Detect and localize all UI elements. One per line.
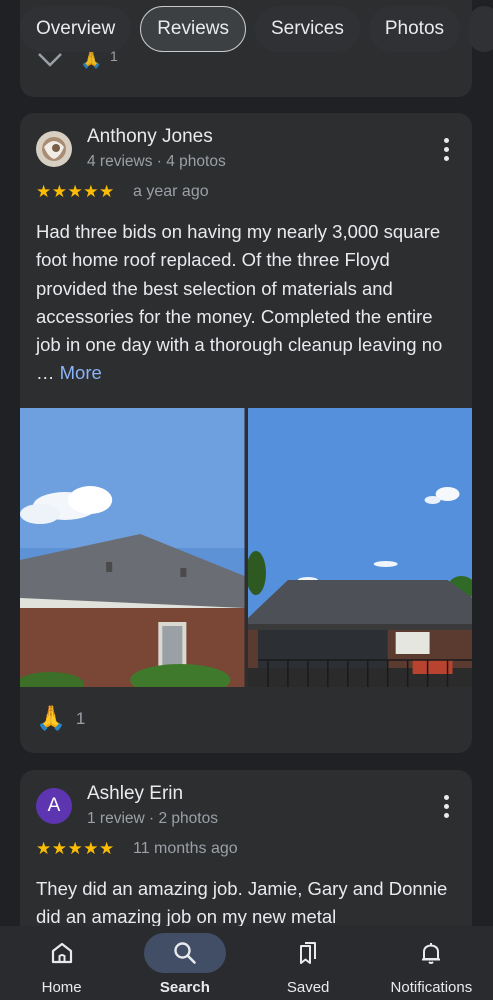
pray-reaction-icon[interactable]: 🙏	[80, 49, 102, 70]
nav-label: Home	[41, 979, 82, 996]
reviewer-name[interactable]: Ashley Erin	[87, 783, 183, 805]
bell-icon	[422, 943, 441, 964]
review-photo[interactable]	[247, 408, 472, 687]
star-rating: ★★★★★	[36, 182, 115, 201]
review-text: They did an amazing job. Jamie, Gary and…	[36, 878, 448, 928]
reviewer-avatar[interactable]: A	[36, 788, 72, 824]
more-options-icon[interactable]	[444, 795, 450, 819]
tab-photos[interactable]: Photos	[368, 6, 461, 52]
review-date: a year ago	[133, 183, 209, 200]
search-icon	[174, 942, 196, 964]
bottom-navigation: Home Search Saved Notifications	[0, 926, 493, 1000]
review-photos	[20, 408, 472, 687]
nav-saved[interactable]: Saved	[247, 926, 370, 1000]
nav-label: Notifications	[390, 979, 473, 996]
reviewer-meta: 4 reviews · 4 photos	[87, 153, 226, 170]
nav-label: Saved	[286, 979, 330, 996]
chevron-down-icon[interactable]	[37, 51, 63, 69]
nav-label: Search	[159, 979, 210, 996]
tab-services[interactable]: Services	[255, 6, 360, 52]
more-link[interactable]: More	[60, 362, 102, 383]
home-icon	[51, 942, 72, 964]
reaction-row: 🙏 1	[36, 704, 85, 733]
review-body: Had three bids on having my nearly 3,000…	[36, 221, 443, 384]
reviewer-meta: 1 review · 2 photos	[87, 810, 218, 827]
more-options-icon[interactable]	[444, 138, 450, 162]
tab-overview[interactable]: Overview	[20, 6, 132, 52]
nav-notifications[interactable]: Notifications	[370, 926, 493, 1000]
pray-reaction-icon[interactable]: 🙏	[36, 704, 66, 733]
saved-icon	[300, 942, 317, 964]
review-text: Had three bids on having my nearly 3,000…	[36, 218, 456, 388]
reviewer-avatar[interactable]	[36, 131, 72, 167]
review-card: Anthony Jones 4 reviews · 4 photos ★★★★★…	[20, 113, 472, 753]
review-date: 11 months ago	[133, 840, 238, 857]
star-rating: ★★★★★	[36, 839, 115, 858]
tab-bar: Overview Reviews Services Photos	[20, 6, 493, 52]
tab-more[interactable]	[469, 6, 493, 52]
business-reviews-page: 🙏 1 Overview Reviews Services Photos Ant…	[0, 0, 493, 1000]
nav-home[interactable]: Home	[0, 926, 123, 1000]
review-photo[interactable]	[20, 408, 245, 687]
reaction-count: 1	[75, 708, 86, 728]
nav-search[interactable]: Search	[123, 926, 246, 1000]
tab-reviews[interactable]: Reviews	[140, 6, 246, 52]
reviewer-name[interactable]: Anthony Jones	[87, 126, 213, 148]
